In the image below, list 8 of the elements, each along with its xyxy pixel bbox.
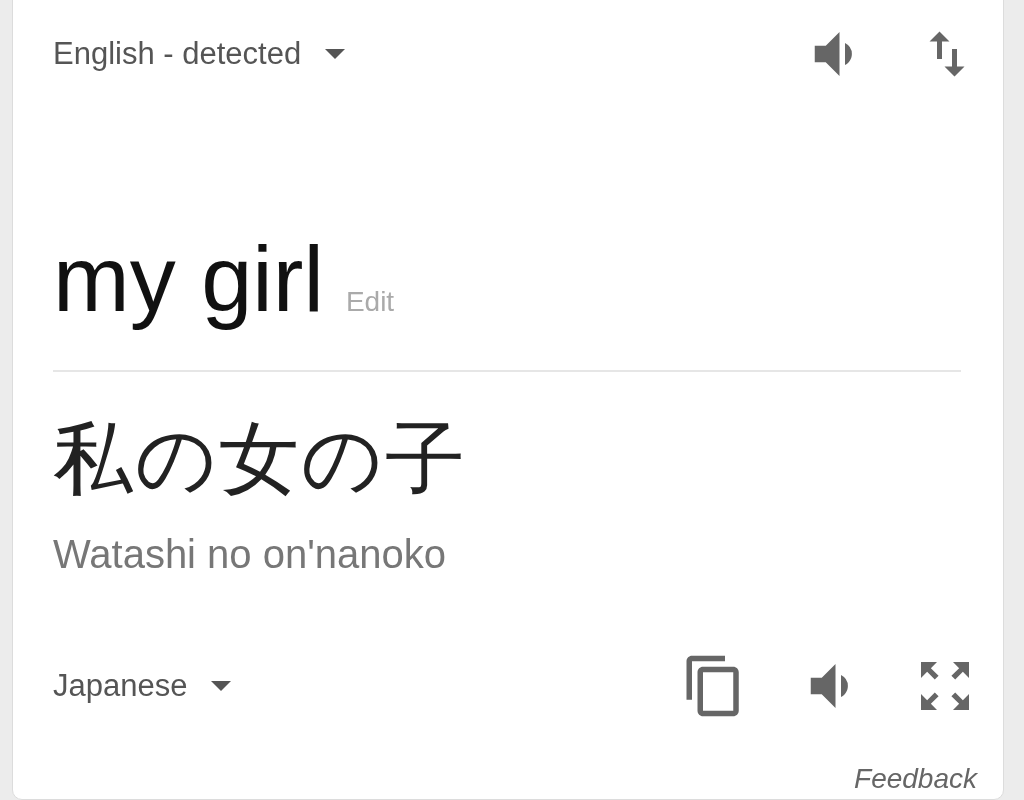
target-language-dropdown[interactable]: Japanese bbox=[53, 668, 232, 704]
caret-icon bbox=[325, 49, 346, 59]
romanization-text: Watashi no on'nanoko bbox=[53, 532, 448, 577]
caret-icon bbox=[211, 681, 232, 691]
feedback-link[interactable]: Feedback bbox=[854, 763, 977, 795]
source-text: my girl bbox=[53, 227, 324, 332]
translated-text: 私の女の子 bbox=[53, 411, 468, 507]
source-language-dropdown[interactable]: English - detected bbox=[53, 36, 346, 72]
